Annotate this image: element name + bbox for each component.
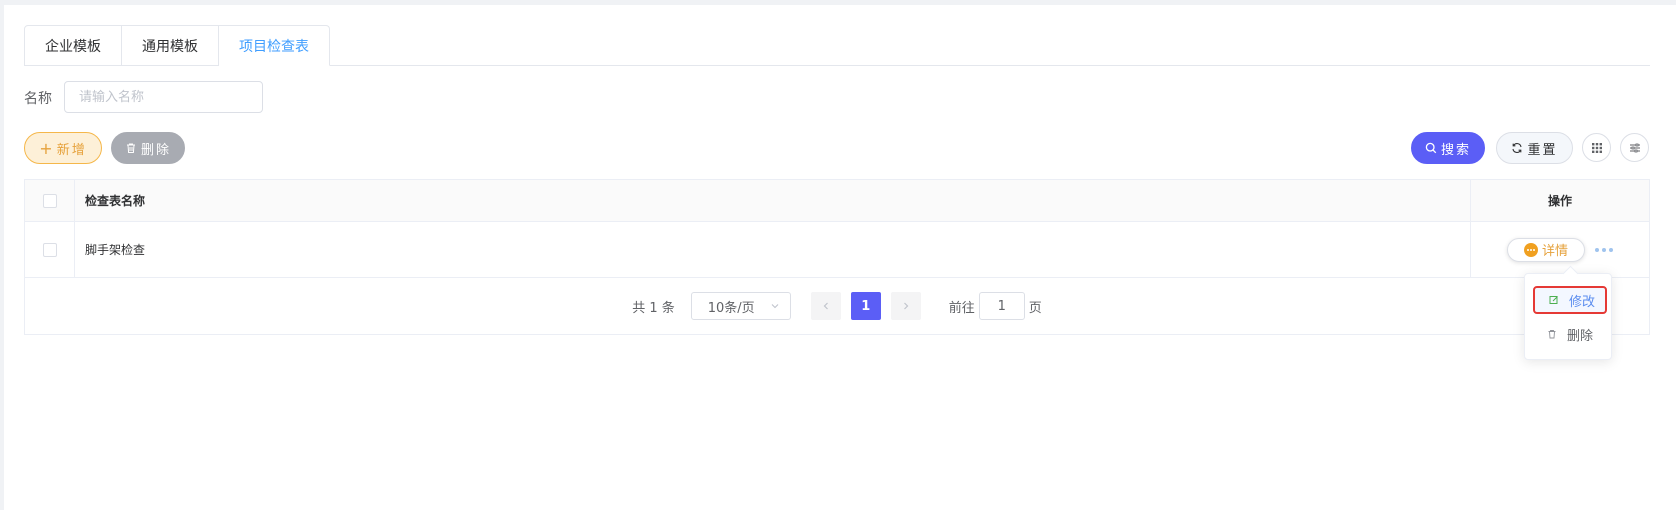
detail-button[interactable]: 详情 — [1507, 237, 1585, 262]
search-icon — [1425, 142, 1437, 154]
goto-page: 前往 页 — [949, 292, 1042, 320]
row-name: 脚手架检查 — [75, 222, 1471, 277]
delete-button[interactable]: 删除 — [111, 132, 185, 164]
left-strip — [0, 0, 4, 510]
search-button[interactable]: 搜索 — [1411, 132, 1485, 164]
column-header-actions: 操作 — [1471, 180, 1649, 221]
goto-suffix: 页 — [1028, 300, 1042, 316]
pagination: 共 1 条 10条/页 1 前往 页 — [25, 278, 1649, 334]
pagination-total: 共 1 条 — [632, 300, 675, 316]
row-actions: 详情 — [1471, 222, 1649, 277]
more-actions-icon[interactable] — [1595, 247, 1613, 252]
plus-icon: + — [39, 138, 53, 158]
tab-project-checklist[interactable]: 项目检查表 — [219, 25, 330, 66]
next-page-button[interactable] — [890, 292, 921, 320]
goto-prefix: 前往 — [948, 300, 975, 316]
trash-icon — [126, 143, 135, 153]
refresh-icon — [1512, 143, 1523, 153]
select-all-checkbox[interactable] — [42, 193, 57, 208]
more-circle-icon — [1523, 242, 1538, 257]
tab-enterprise-template[interactable]: 企业模板 — [24, 25, 122, 66]
dropdown-item-delete-label: 删除 — [1567, 328, 1594, 344]
more-actions-dropdown: 修改 删除 — [1524, 273, 1612, 360]
table-row: 脚手架检查 详情 — [25, 222, 1649, 278]
tab-general-template[interactable]: 通用模板 — [122, 25, 219, 66]
detail-button-label: 详情 — [1541, 244, 1568, 259]
page-size-select[interactable]: 10条/页 — [690, 292, 791, 320]
sliders-icon — [1629, 143, 1640, 152]
add-button[interactable]: + 新增 — [24, 132, 102, 164]
top-strip — [0, 0, 1676, 5]
name-input[interactable] — [64, 81, 263, 113]
column-header-name: 检查表名称 — [75, 180, 1471, 221]
page-size-value: 10条/页 — [707, 300, 755, 316]
dropdown-item-delete[interactable]: 删除 — [1533, 320, 1607, 348]
page-number-current[interactable]: 1 — [850, 292, 881, 320]
row-checkbox-cell — [25, 222, 75, 277]
row-checkbox[interactable] — [42, 242, 57, 257]
chevron-down-icon — [771, 304, 779, 309]
page: 企业模板 通用模板 项目检查表 名称 + 新增 删除 搜索 重置 — [0, 0, 1676, 510]
header-checkbox-cell — [25, 180, 75, 221]
filter-settings-button[interactable] — [1620, 133, 1649, 162]
checklist-table: 检查表名称 操作 脚手架检查 详情 共 1 条 10条/页 1 前往 1 页 — [24, 179, 1650, 335]
goto-page-input[interactable] — [978, 292, 1025, 320]
dropdown-item-edit[interactable]: 修改 — [1533, 286, 1607, 314]
column-settings-button[interactable] — [1582, 133, 1611, 162]
grid-icon — [1591, 142, 1602, 153]
reset-button-label: 重置 — [1527, 142, 1558, 158]
delete-button-label: 删除 — [140, 142, 171, 158]
template-tabs: 企业模板 通用模板 项目检查表 — [24, 25, 330, 66]
chevron-right-icon — [903, 302, 909, 310]
table-header-row: 检查表名称 操作 — [25, 180, 1649, 222]
search-button-label: 搜索 — [1440, 142, 1471, 158]
trash-icon — [1548, 330, 1556, 339]
edit-icon — [1549, 296, 1558, 304]
prev-page-button[interactable] — [810, 292, 841, 320]
add-button-label: 新增 — [56, 142, 87, 158]
name-label: 名称 — [24, 91, 52, 107]
reset-button[interactable]: 重置 — [1496, 132, 1573, 164]
chevron-left-icon — [823, 302, 828, 310]
dropdown-item-edit-label: 修改 — [1569, 294, 1596, 310]
